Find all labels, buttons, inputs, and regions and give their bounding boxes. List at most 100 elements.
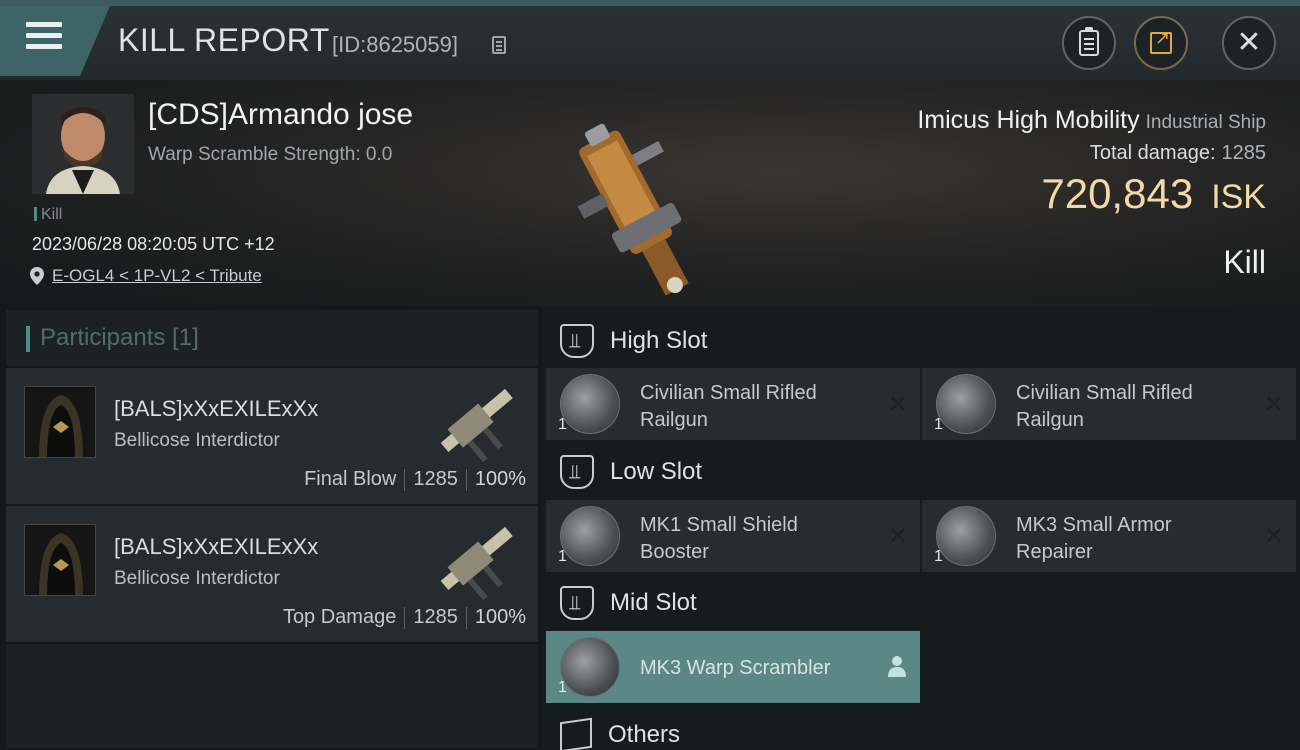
page-title: KILL REPORT (118, 22, 330, 58)
location-text: E-OGL4 < 1P-VL2 < Tribute (52, 266, 262, 285)
module-name-line2: Booster (640, 541, 709, 563)
mid-slot-title: Mid Slot (610, 589, 697, 616)
close-icon: ✕ (1236, 25, 1262, 60)
mid-slot-header: Mid Slot (560, 578, 697, 628)
module-name-line2: Railgun (640, 409, 708, 431)
high-slot-title: High Slot (610, 327, 708, 354)
participants-accent-bar (26, 326, 30, 352)
dropped-person-icon (888, 656, 906, 677)
module-name-line1: MK3 Small Armor (1016, 514, 1172, 536)
participant-row[interactable]: [BALS]xXxEXILExXx Bellicose Interdictor … (6, 368, 538, 504)
module-name: MK3 Warp Scrambler (640, 655, 870, 682)
header-bar: KILL REPORT [ID:8625059] ✕ (0, 0, 1300, 80)
header-top-line (0, 0, 1300, 6)
destroyed-icon: ✕ (887, 390, 908, 418)
module-item[interactable]: 1 MK3 Small Armor Repairer ✕ (922, 500, 1296, 572)
module-name-line2: Repairer (1016, 541, 1093, 563)
total-damage: Total damage: 1285 (1090, 142, 1266, 165)
participant-ship: Bellicose Interdictor (114, 568, 280, 589)
victim-ship-name[interactable]: Imicus High Mobility Industrial Ship (917, 106, 1266, 135)
share-button[interactable] (1134, 16, 1188, 70)
ship-name-text: Imicus High Mobility (917, 106, 1140, 134)
location-pin-icon (30, 267, 44, 285)
participant-name: [BALS]xXxEXILExXx (114, 534, 319, 559)
location-link[interactable]: E-OGL4 < 1P-VL2 < Tribute (30, 266, 262, 286)
participants-title: Participants [1] (40, 324, 199, 351)
module-name: Civilian Small Rifled Railgun (640, 380, 870, 434)
participants-empty-area (6, 644, 538, 748)
module-name-line1: MK1 Small Shield (640, 514, 798, 536)
divider (465, 468, 467, 491)
high-slot-header: High Slot (560, 316, 707, 366)
shield-booster-icon (560, 506, 620, 566)
low-slot-header: Low Slot (560, 447, 702, 497)
module-qty: 1 (558, 548, 567, 565)
destroyed-icon: ✕ (887, 522, 908, 550)
module-name-line1: MK3 Warp Scrambler (640, 657, 831, 679)
participant-ship: Bellicose Interdictor (114, 430, 280, 451)
divider (404, 606, 406, 629)
module-name: MK3 Small Armor Repairer (1016, 512, 1246, 566)
module-name: MK1 Small Shield Booster (640, 512, 870, 566)
mid-slot-icon (560, 586, 594, 620)
kill-tag: Kill (34, 206, 62, 224)
destroyed-icon: ✕ (1263, 522, 1284, 550)
participant-name: [BALS]xXxEXILExXx (114, 396, 319, 421)
copy-id-icon[interactable] (492, 36, 506, 54)
cargo-box-icon (560, 717, 592, 750)
module-qty: 1 (558, 416, 567, 433)
participant-damage: 1285 (413, 606, 458, 628)
module-name-line1: Civilian Small Rifled (1016, 382, 1193, 404)
total-damage-label: Total damage: (1089, 142, 1216, 164)
destroyed-icon: ✕ (1263, 390, 1284, 418)
victim-avatar[interactable] (32, 94, 134, 194)
module-item[interactable]: 1 MK1 Small Shield Booster ✕ (546, 500, 920, 572)
menu-icon[interactable] (26, 22, 62, 56)
participant-ship-image (440, 388, 513, 463)
kill-result: Kill (1223, 244, 1266, 280)
participant-role: Final Blow (304, 468, 397, 490)
participant-percent: 100% (474, 606, 526, 628)
divider (404, 468, 406, 491)
module-qty: 1 (934, 416, 943, 433)
module-qty: 1 (934, 548, 943, 565)
module-name-line2: Railgun (1016, 409, 1084, 431)
warp-scramble-strength: Warp Scramble Strength: 0.0 (148, 144, 393, 165)
isk-value-row: 720,843 ISK (1041, 170, 1266, 218)
clipboard-icon (1079, 27, 1099, 56)
module-name: Civilian Small Rifled Railgun (1016, 380, 1246, 434)
others-title: Others (608, 721, 681, 748)
module-item[interactable]: 1 Civilian Small Rifled Railgun ✕ (922, 368, 1296, 440)
kill-timestamp: 2023/06/28 08:20:05 UTC +12 (32, 234, 275, 254)
victim-ship-image (577, 123, 689, 296)
module-name-line1: Civilian Small Rifled (640, 382, 817, 404)
railgun-icon (560, 374, 620, 434)
low-slot-title: Low Slot (610, 458, 703, 485)
isk-unit: ISK (1211, 178, 1266, 216)
participant-stats: Top Damage 1285 100% (283, 606, 526, 629)
report-id: [ID:8625059] (332, 32, 458, 57)
participant-role: Top Damage (282, 606, 397, 628)
module-item[interactable]: 1 Civilian Small Rifled Railgun ✕ (546, 368, 920, 440)
low-slot-icon (560, 455, 594, 489)
clipboard-button[interactable] (1062, 16, 1116, 70)
victim-name[interactable]: [CDS]Armando jose (148, 98, 413, 132)
close-button[interactable]: ✕ (1222, 16, 1276, 70)
armor-repairer-icon (936, 506, 996, 566)
others-header: Others (560, 710, 680, 750)
participant-ship-image (440, 526, 513, 601)
divider (465, 606, 467, 629)
ship-class-text: Industrial Ship (1145, 112, 1266, 133)
participant-stats: Final Blow 1285 100% (304, 468, 526, 491)
participant-damage: 1285 (413, 468, 458, 490)
module-item-highlighted[interactable]: 1 MK3 Warp Scrambler (546, 631, 920, 703)
participant-avatar (24, 524, 96, 596)
warp-scrambler-icon (560, 637, 620, 697)
total-damage-value: 1285 (1221, 142, 1267, 164)
participant-row[interactable]: [BALS]xXxEXILExXx Bellicose Interdictor … (6, 506, 538, 642)
isk-value: 720,843 (1041, 170, 1194, 217)
high-slot-icon (560, 324, 594, 358)
participant-avatar (24, 386, 96, 458)
module-qty: 1 (558, 679, 567, 696)
railgun-icon (936, 374, 996, 434)
